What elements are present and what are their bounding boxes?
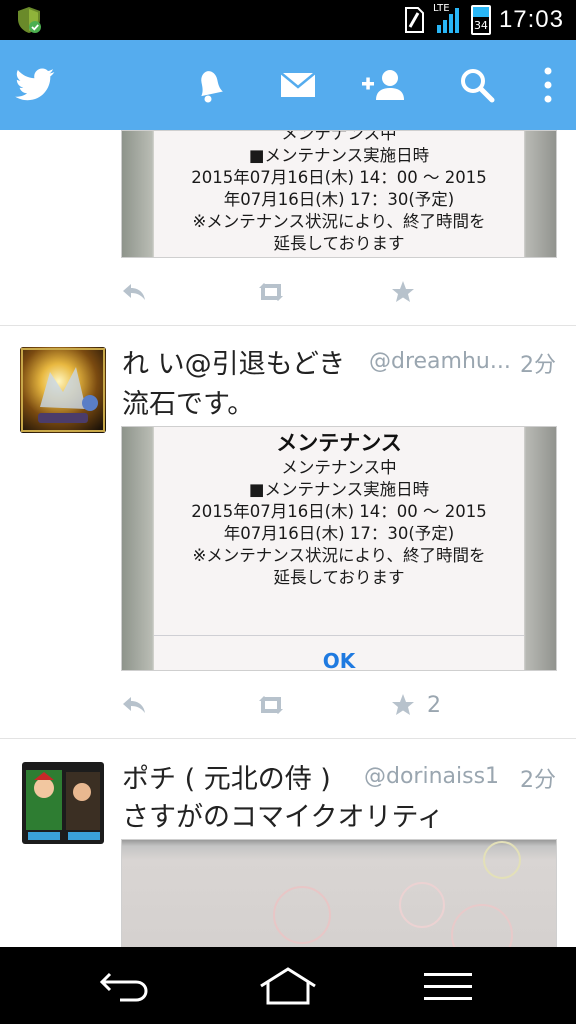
recent-apps-icon[interactable] [420, 965, 476, 1007]
media-title: メンテナンス [276, 431, 402, 455]
tweet-3-handle[interactable]: @dorinaiss1 [364, 764, 512, 789]
dialog-divider [154, 635, 524, 636]
status-time: 17:03 [498, 6, 564, 33]
media-line: ■メンテナンス実施日時 [248, 146, 430, 165]
timeline-feed[interactable]: メンテナンス中 ■メンテナンス実施日時 2015年07月16日(木) 14：00… [0, 130, 576, 947]
tweet-2-handle[interactable]: @dreamhu... [369, 349, 511, 374]
media-line: 2015年07月16日(木) 14：00 ～ 2015 [191, 502, 487, 521]
shield-check-icon [18, 7, 41, 33]
retweet-icon[interactable] [255, 277, 287, 307]
media-line: ※メンテナンス状況により、終了時間を [192, 546, 486, 565]
system-nav-bar [0, 947, 576, 1024]
tweet-1-actions [121, 277, 521, 307]
tweet-divider [0, 325, 576, 326]
tweet-2-media-image[interactable]: メンテナンス メンテナンス中 ■メンテナンス実施日時 2015年07月16日(木… [121, 426, 557, 671]
tweet-3-timestamp: 2分 [520, 768, 556, 793]
battery-level: 34 [473, 19, 488, 32]
overflow-menu-icon[interactable] [536, 64, 560, 106]
twitter-bird-icon[interactable] [14, 64, 56, 106]
sim-icon [404, 7, 424, 33]
search-icon[interactable] [458, 64, 496, 106]
notifications-bell-icon[interactable] [190, 64, 230, 106]
media-line: ※メンテナンス状況により、終了時間を [192, 212, 486, 231]
tweet-2-text: 流石です。 [122, 389, 255, 420]
tweet-2-timestamp: 2分 [520, 353, 556, 378]
tweet-divider [0, 738, 576, 739]
favorite-button[interactable]: 2 [391, 690, 441, 720]
tweet-2-author-name[interactable]: れ い@引退もどき [122, 342, 345, 381]
media-line: 延長しております [273, 234, 405, 253]
media-line: 2015年07月16日(木) 14：00 ～ 2015 [191, 168, 487, 187]
tweet-3-author-name[interactable]: ポチ ( 元北の侍 ) [122, 757, 331, 796]
media-line: 延長しております [273, 568, 405, 587]
tweet-1-media-image[interactable]: メンテナンス中 ■メンテナンス実施日時 2015年07月16日(木) 14：00… [121, 130, 557, 258]
avatar[interactable] [22, 762, 104, 844]
signal-icon: LTE [433, 3, 463, 35]
dialog-ok-label: OK [322, 649, 356, 671]
back-icon[interactable] [96, 965, 152, 1007]
tweet-2-actions: 2 [121, 690, 521, 720]
media-line: ■メンテナンス実施日時 [248, 480, 430, 499]
tweet-3-media-image[interactable] [121, 839, 557, 947]
avatar[interactable] [20, 347, 106, 433]
retweet-icon[interactable] [255, 690, 287, 720]
status-bar: LTE 34 17:03 [0, 0, 576, 40]
messages-envelope-icon[interactable] [278, 64, 318, 106]
favorite-count: 2 [427, 692, 441, 718]
reply-icon[interactable] [121, 277, 147, 307]
reply-icon[interactable] [121, 690, 147, 720]
battery-icon: 34 [470, 5, 491, 35]
media-line: 年07月16日(木) 17：30(予定) [223, 190, 455, 209]
home-icon[interactable] [256, 965, 320, 1007]
media-line: 年07月16日(木) 17：30(予定) [223, 524, 455, 543]
star-icon [392, 694, 414, 715]
media-line: メンテナンス中 [281, 458, 397, 477]
add-user-icon[interactable] [358, 64, 410, 106]
media-line: メンテナンス中 [281, 130, 397, 143]
tweet-3-text: さすがのコマイクオリティ [122, 802, 444, 833]
app-bar [0, 40, 576, 130]
star-icon[interactable] [391, 277, 415, 307]
